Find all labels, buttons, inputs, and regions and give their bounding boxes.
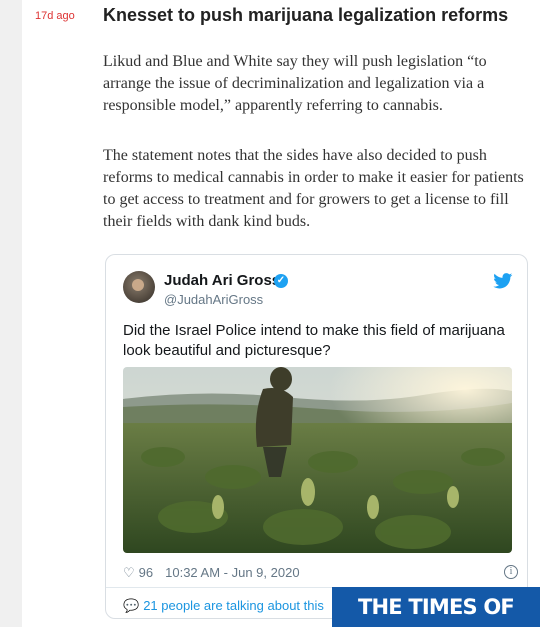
tweet-text: Did the Israel Police intend to make thi… xyxy=(123,322,505,359)
avatar[interactable] xyxy=(123,271,155,303)
verified-icon: ✓ xyxy=(274,274,288,288)
heart-icon[interactable]: ♡ xyxy=(123,565,135,581)
conversation-count: 21 people are talking about this xyxy=(143,598,324,613)
times-of-israel-watermark: THE TIMES OF ISRAEL xyxy=(332,587,540,627)
info-icon[interactable]: i xyxy=(504,565,518,579)
post-timestamp: 17d ago xyxy=(35,10,75,22)
comment-bubble-icon: 💬 xyxy=(123,598,140,613)
tweet-author-handle[interactable]: @JudahAriGross xyxy=(164,292,263,307)
twitter-bird-icon[interactable] xyxy=(493,273,513,289)
tweet-timestamp[interactable]: 10:32 AM - Jun 9, 2020 xyxy=(165,565,299,580)
tweet-photo[interactable] xyxy=(123,367,512,553)
post-headline[interactable]: Knesset to push marijuana legalization r… xyxy=(103,5,508,26)
post-paragraph: The statement notes that the sides have … xyxy=(103,147,524,230)
tweet-conversation-link[interactable]: 💬 21 people are talking about this xyxy=(123,598,324,614)
like-count[interactable]: 96 xyxy=(139,565,153,580)
post-paragraph: Likud and Blue and White say they will p… xyxy=(103,53,487,114)
embedded-tweet[interactable]: Judah Ari Gross ✓ @JudahAriGross Did the… xyxy=(105,254,528,619)
tweet-author-name[interactable]: Judah Ari Gross xyxy=(164,272,280,289)
tweet-meta: ♡ 96 10:32 AM - Jun 9, 2020 i xyxy=(123,565,518,581)
